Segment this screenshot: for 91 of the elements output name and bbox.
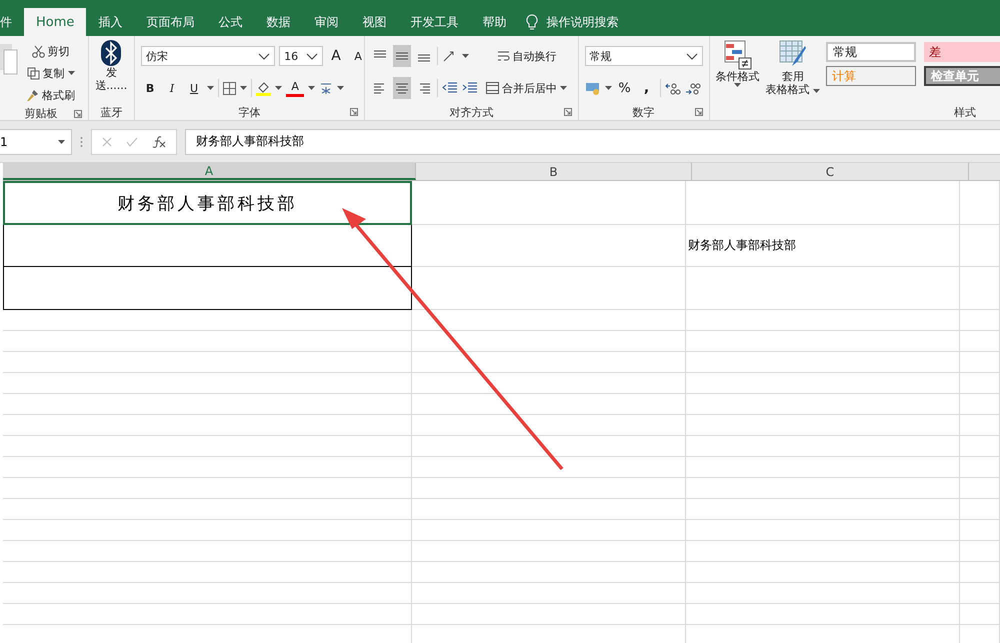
increase-decimal-icon[interactable] — [664, 82, 680, 94]
selected-cell[interactable]: 财务部人事部科技部 — [3, 181, 412, 225]
cell-style-option[interactable]: 常规 — [826, 42, 916, 62]
name-box[interactable]: 1 — [0, 128, 72, 154]
table-cell[interactable]: 财务部人事部科技部 — [686, 225, 960, 267]
decrease-decimal-icon[interactable] — [684, 82, 700, 94]
caret-icon — [604, 86, 612, 90]
column-header[interactable]: A — [3, 163, 416, 180]
ribbon-tab[interactable]: 帮助 — [470, 8, 518, 36]
font-name-dropdown[interactable]: 仿宋 — [141, 46, 276, 66]
caret-icon — [337, 86, 344, 90]
caret-icon — [275, 86, 282, 90]
group-label: 样式 — [954, 104, 976, 120]
checkmark-icon[interactable] — [126, 136, 138, 146]
dialog-launcher-icon[interactable] — [564, 108, 572, 116]
dialog-launcher-icon[interactable] — [74, 110, 82, 118]
shrink-font-button[interactable]: A — [349, 45, 368, 67]
caret-icon — [240, 86, 248, 90]
group-label: 蓝牙 — [100, 104, 122, 120]
chevron-icon — [258, 52, 270, 60]
cancel-icon[interactable] — [102, 136, 112, 146]
merge-center-button[interactable]: 合并后居中 — [484, 77, 570, 99]
chevron-icon — [306, 52, 318, 60]
caret-icon — [462, 54, 470, 58]
copy-icon — [26, 66, 40, 80]
paintbrush-icon — [26, 88, 39, 102]
dialog-launcher-icon[interactable] — [350, 108, 358, 116]
vertical-align-icon — [395, 50, 410, 62]
cell-style-option[interactable]: 差 — [924, 42, 1000, 62]
underline-button[interactable]: U — [185, 77, 204, 99]
ribbon-tab[interactable]: 件 — [0, 8, 24, 36]
copy-button[interactable]: 复制 — [24, 62, 77, 84]
comma-button[interactable]: , — [638, 77, 656, 99]
column-header[interactable]: C — [692, 163, 969, 180]
increase-indent-icon[interactable] — [462, 82, 478, 94]
conditional-formatting-icon — [724, 40, 752, 70]
group-label: 剪贴板 — [24, 106, 58, 120]
merge-cells-icon — [486, 82, 500, 94]
ribbon-tab[interactable]: 公式 — [206, 8, 254, 36]
caret-icon — [308, 86, 316, 90]
lightbulb-icon — [526, 14, 538, 30]
format-painter-button[interactable]: 格式刷 — [24, 84, 77, 106]
table-cell[interactable] — [3, 225, 412, 267]
accounting-format-icon[interactable] — [584, 82, 600, 94]
caret-icon — [813, 89, 820, 93]
phonetic-guide-icon[interactable] — [319, 81, 334, 95]
fill-color-icon[interactable] — [256, 80, 272, 96]
table-cell[interactable] — [3, 267, 412, 310]
ribbon-tab[interactable]: 开发工具 — [398, 8, 470, 36]
formula-field[interactable]: 财务部人事部科技部 — [185, 128, 1000, 154]
font-size-dropdown[interactable]: 16 — [279, 46, 324, 66]
ribbon-tab[interactable]: 数据 — [254, 8, 302, 36]
format-as-table-button[interactable]: 套用 表格格式 — [766, 40, 820, 104]
wrap-text-button[interactable]: 自动换行 — [484, 45, 570, 67]
send-bluetooth-button[interactable]: 发 送...... — [95, 40, 128, 104]
caret-icon — [207, 86, 214, 90]
wrap-text-icon — [496, 50, 510, 62]
borders-icon[interactable] — [223, 82, 236, 94]
horizontal-align-icon — [417, 82, 432, 94]
cut-button[interactable]: 剪切 — [24, 40, 77, 62]
caret-icon — [734, 83, 741, 87]
italic-button[interactable]: I — [163, 77, 182, 99]
ribbon-tab[interactable]: Home — [24, 8, 86, 36]
group-label: 字体 — [238, 104, 261, 120]
grow-font-button[interactable]: A — [327, 45, 346, 67]
conditional-formatting-button[interactable]: 条件格式 — [716, 40, 760, 104]
caret-icon — [68, 71, 74, 75]
group-label: 对齐方式 — [449, 104, 494, 120]
ribbon-tab[interactable]: 视图 — [350, 8, 398, 36]
align-button[interactable] — [393, 45, 412, 67]
insert-function-icon[interactable] — [152, 136, 166, 148]
caret-icon — [560, 86, 568, 90]
ribbon-tab[interactable]: 插入 — [86, 8, 134, 36]
caret-icon — [58, 140, 65, 144]
chevron-icon — [686, 52, 698, 60]
decrease-indent-icon[interactable] — [442, 82, 458, 94]
group-label: 数字 — [632, 104, 654, 120]
horizontal-align-icon — [395, 82, 410, 94]
ribbon-tab[interactable]: 页面布局 — [134, 8, 206, 36]
drag-handle-icon — [80, 136, 83, 148]
search-field[interactable]: 操作说明搜索 — [546, 14, 618, 30]
bold-button[interactable]: B — [141, 77, 160, 99]
percent-button[interactable]: % — [616, 77, 634, 99]
ribbon-tab[interactable]: 审阅 — [302, 8, 350, 36]
bluetooth-icon — [101, 40, 122, 66]
font-color-button[interactable]: A — [286, 79, 304, 97]
scissors-icon — [32, 44, 44, 58]
align-button[interactable] — [393, 77, 412, 99]
dialog-launcher-icon[interactable] — [694, 108, 702, 116]
number-format-dropdown[interactable]: 常规 — [584, 46, 702, 66]
column-header[interactable]: B — [416, 163, 692, 180]
